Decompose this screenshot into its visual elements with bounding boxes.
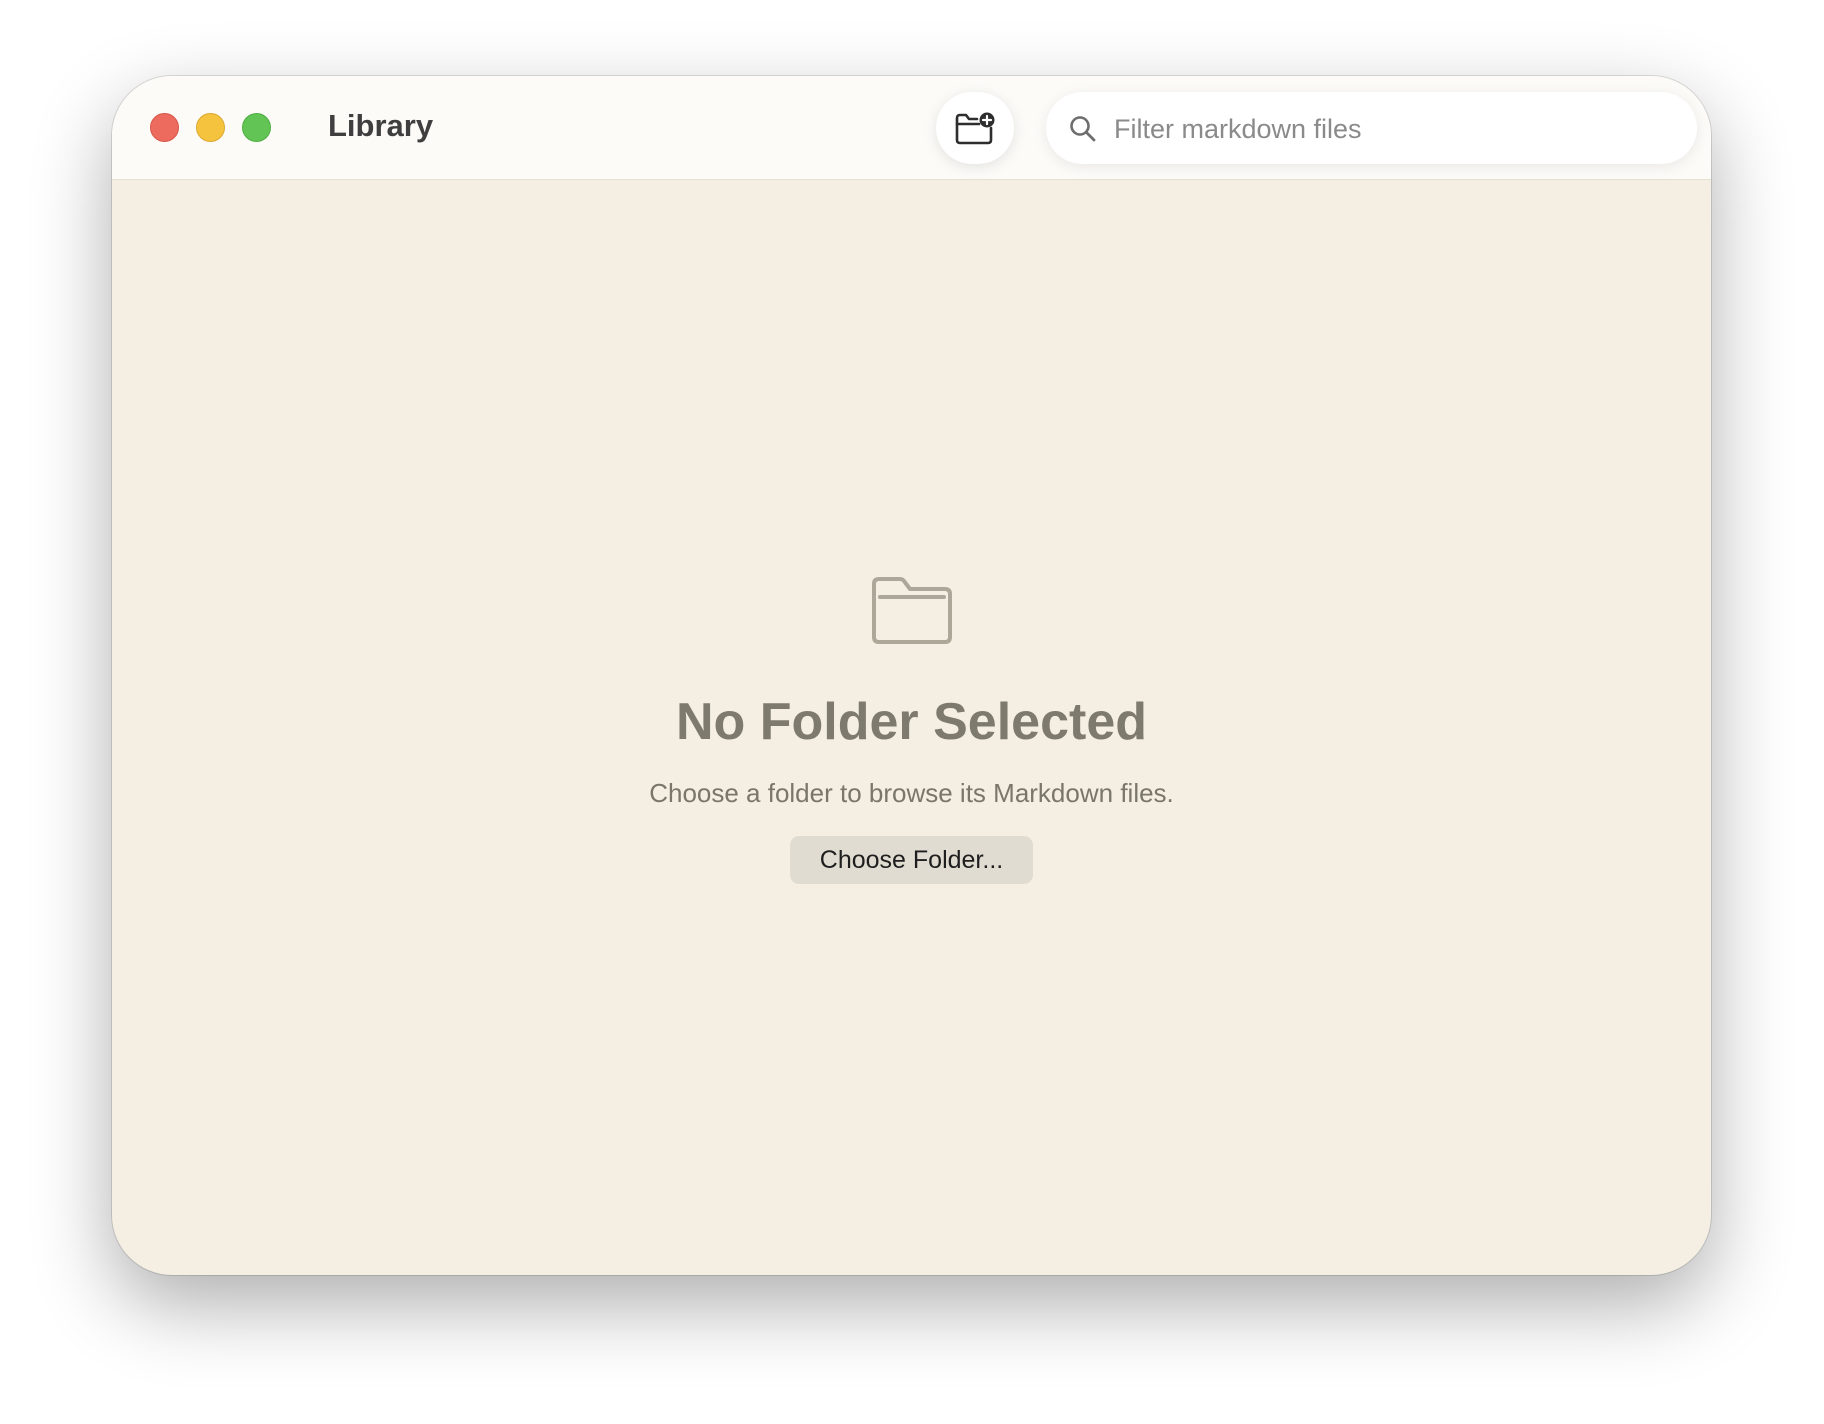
empty-state-subtitle: Choose a folder to browse its Markdown f…: [649, 778, 1174, 808]
add-folder-button[interactable]: [936, 92, 1014, 164]
folder-badge-plus-icon: [955, 112, 995, 145]
close-window-button[interactable]: [150, 113, 179, 142]
empty-state-title: No Folder Selected: [676, 693, 1147, 751]
empty-state: No Folder Selected Choose a folder to br…: [112, 179, 1711, 1275]
search-field[interactable]: [1046, 92, 1697, 164]
magnifying-glass-icon: [1070, 116, 1096, 142]
folder-icon: [872, 577, 952, 644]
choose-folder-button[interactable]: Choose Folder...: [790, 836, 1033, 884]
window-title: Library: [328, 108, 434, 143]
minimize-window-button[interactable]: [196, 113, 225, 142]
zoom-window-button[interactable]: [242, 113, 271, 142]
app-window: Library No Folder Selected Choose a fold…: [112, 76, 1711, 1275]
title-bar: Library: [112, 76, 1711, 180]
search-input[interactable]: [1112, 104, 1676, 154]
